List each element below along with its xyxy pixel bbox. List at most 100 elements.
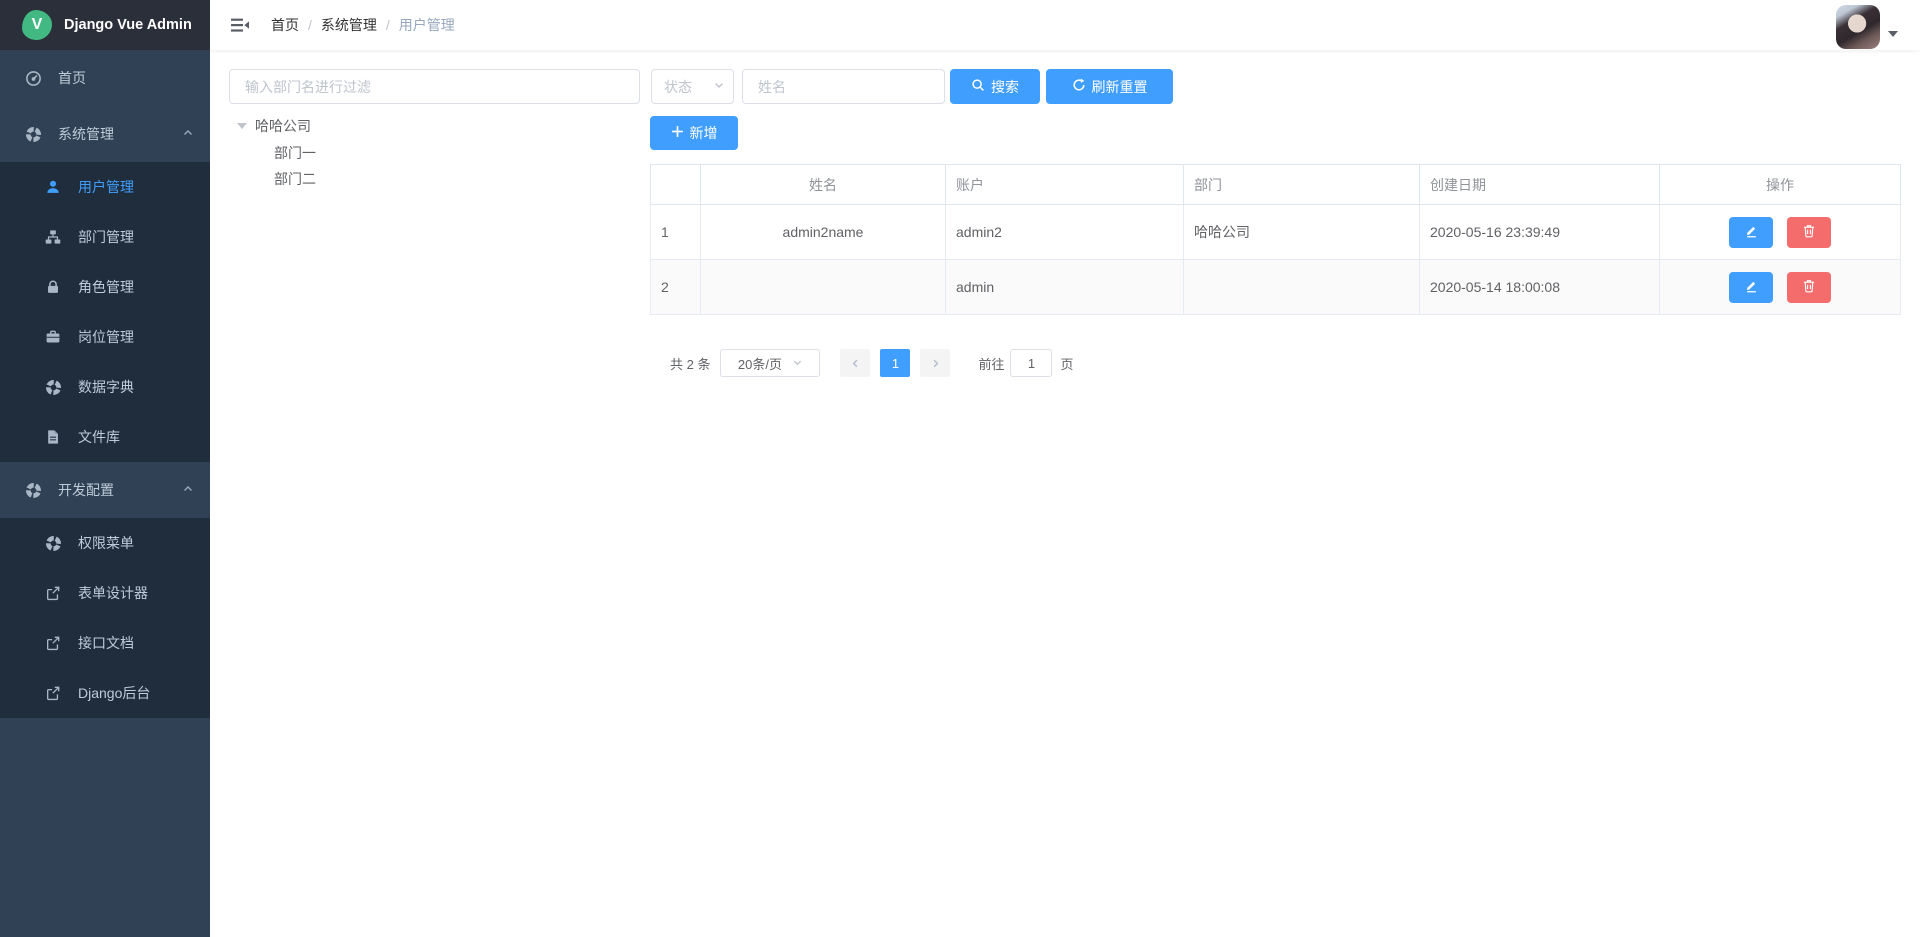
add-button[interactable]: 新增 (650, 116, 738, 150)
cell-created: 2020-05-16 23:39:49 (1420, 205, 1660, 260)
external-link-icon (42, 635, 64, 651)
sidebar-item-label: 数据字典 (78, 377, 134, 397)
avatar[interactable] (1836, 5, 1880, 49)
sidebar-item-label: 权限菜单 (78, 533, 134, 553)
tree-node-root[interactable]: 哈哈公司 (229, 112, 641, 140)
cell-created: 2020-05-14 18:00:08 (1420, 260, 1660, 315)
page-unit-label: 页 (1060, 354, 1073, 373)
cell-account: admin (946, 260, 1184, 315)
table-row: 1 admin2name admin2 哈哈公司 2020-05-16 23:3… (651, 205, 1901, 260)
col-created: 创建日期 (1420, 165, 1660, 205)
delete-button[interactable] (1787, 272, 1831, 303)
edit-button[interactable] (1729, 272, 1773, 303)
col-index (651, 165, 701, 205)
breadcrumb-current: 用户管理 (399, 15, 455, 35)
hamburger-icon[interactable] (225, 10, 255, 40)
sidebar-group-label: 系统管理 (58, 124, 114, 144)
cell-dept (1184, 260, 1420, 315)
sidebar-item-home[interactable]: 首页 (0, 50, 210, 106)
sidebar-group-label: 开发配置 (58, 480, 114, 500)
sidebar-item-label: 用户管理 (78, 177, 134, 197)
pagination-total: 共 2 条 (670, 354, 710, 373)
trash-icon (1802, 224, 1816, 241)
prev-page-button[interactable] (840, 349, 870, 377)
status-select-placeholder: 状态 (664, 77, 692, 97)
breadcrumb-separator: / (386, 17, 390, 33)
app-logo[interactable]: V Django Vue Admin (0, 0, 210, 50)
chevron-down-icon (792, 356, 803, 371)
tree-node-child[interactable]: 部门二 (229, 166, 641, 192)
tree-node-label: 部门二 (274, 169, 316, 189)
chevron-up-icon (182, 126, 194, 142)
cell-name: admin2name (701, 205, 946, 260)
document-icon (42, 429, 64, 445)
breadcrumb-separator: / (308, 17, 312, 33)
briefcase-icon (42, 329, 64, 345)
sidebar-item-files[interactable]: 文件库 (0, 412, 210, 462)
goto-label: 前往 (978, 354, 1004, 373)
department-tree: 哈哈公司 部门一 部门二 (229, 112, 641, 192)
sidebar-item-users[interactable]: 用户管理 (0, 162, 210, 212)
col-dept: 部门 (1184, 165, 1420, 205)
tree-node-label: 部门一 (274, 143, 316, 163)
lock-icon (42, 279, 64, 295)
col-actions: 操作 (1660, 165, 1901, 205)
sidebar-item-label: 部门管理 (78, 227, 134, 247)
dashboard-icon (22, 70, 44, 87)
breadcrumb-system: 系统管理 (321, 15, 377, 35)
goto-page-input[interactable] (1010, 349, 1052, 377)
caret-down-icon[interactable] (237, 123, 247, 129)
app-title: Django Vue Admin (64, 17, 192, 33)
submenu-system: 用户管理 部门管理 角色管理 (0, 162, 210, 462)
dept-filter-input[interactable] (229, 69, 640, 104)
components-icon (22, 126, 44, 143)
user-menu[interactable] (1836, 5, 1898, 49)
status-select[interactable]: 状态 (651, 69, 734, 104)
col-name: 姓名 (701, 165, 946, 205)
sidebar-group-system[interactable]: 系统管理 (0, 106, 210, 162)
cell-account: admin2 (946, 205, 1184, 260)
search-button-label: 搜索 (991, 77, 1019, 97)
delete-button[interactable] (1787, 217, 1831, 248)
name-filter-input[interactable] (742, 69, 945, 104)
sidebar-group-devconfig[interactable]: 开发配置 (0, 462, 210, 518)
sidebar-item-roles[interactable]: 角色管理 (0, 262, 210, 312)
breadcrumb-home[interactable]: 首页 (271, 15, 299, 35)
sidebar-item-form-designer[interactable]: 表单设计器 (0, 568, 210, 618)
tree-node-child[interactable]: 部门一 (229, 140, 641, 166)
pagination: 共 2 条 20条/页 1 前往 页 (670, 349, 1074, 377)
next-page-button[interactable] (920, 349, 950, 377)
row-actions (1670, 272, 1890, 303)
chevron-up-icon (182, 482, 194, 498)
search-button[interactable]: 搜索 (950, 69, 1040, 104)
add-button-label: 新增 (690, 123, 718, 143)
components-icon (42, 379, 64, 396)
refresh-reset-label: 刷新重置 (1092, 77, 1148, 97)
sidebar-item-label: 岗位管理 (78, 327, 134, 347)
sidebar-item-permission-menu[interactable]: 权限菜单 (0, 518, 210, 568)
page-size-select[interactable]: 20条/页 (720, 349, 820, 377)
sidebar-item-dictionary[interactable]: 数据字典 (0, 362, 210, 412)
table-row: 2 admin 2020-05-14 18:00:08 (651, 260, 1901, 315)
sidebar-item-posts[interactable]: 岗位管理 (0, 312, 210, 362)
refresh-reset-button[interactable]: 刷新重置 (1046, 69, 1173, 104)
caret-down-icon (1888, 31, 1898, 37)
sidebar-item-label: 文件库 (78, 427, 120, 447)
pencil-icon (1744, 223, 1759, 241)
row-actions (1670, 217, 1890, 248)
page-number-button[interactable]: 1 (880, 349, 910, 377)
sidebar-item-api-docs[interactable]: 接口文档 (0, 618, 210, 668)
chevron-down-icon (713, 78, 725, 96)
page-size-value: 20条/页 (738, 354, 782, 373)
refresh-icon (1072, 78, 1086, 95)
sidebar: V Django Vue Admin 首页 系统管理 用户管 (0, 0, 210, 937)
cell-dept: 哈哈公司 (1184, 205, 1420, 260)
sidebar-item-django-admin[interactable]: Django后台 (0, 668, 210, 718)
cell-index: 1 (651, 205, 701, 260)
sidebar-item-departments[interactable]: 部门管理 (0, 212, 210, 262)
col-account: 账户 (946, 165, 1184, 205)
org-tree-icon (42, 229, 64, 245)
submenu-devconfig: 权限菜单 表单设计器 接口文档 (0, 518, 210, 718)
edit-button[interactable] (1729, 217, 1773, 248)
sidebar-item-label: 接口文档 (78, 633, 134, 653)
